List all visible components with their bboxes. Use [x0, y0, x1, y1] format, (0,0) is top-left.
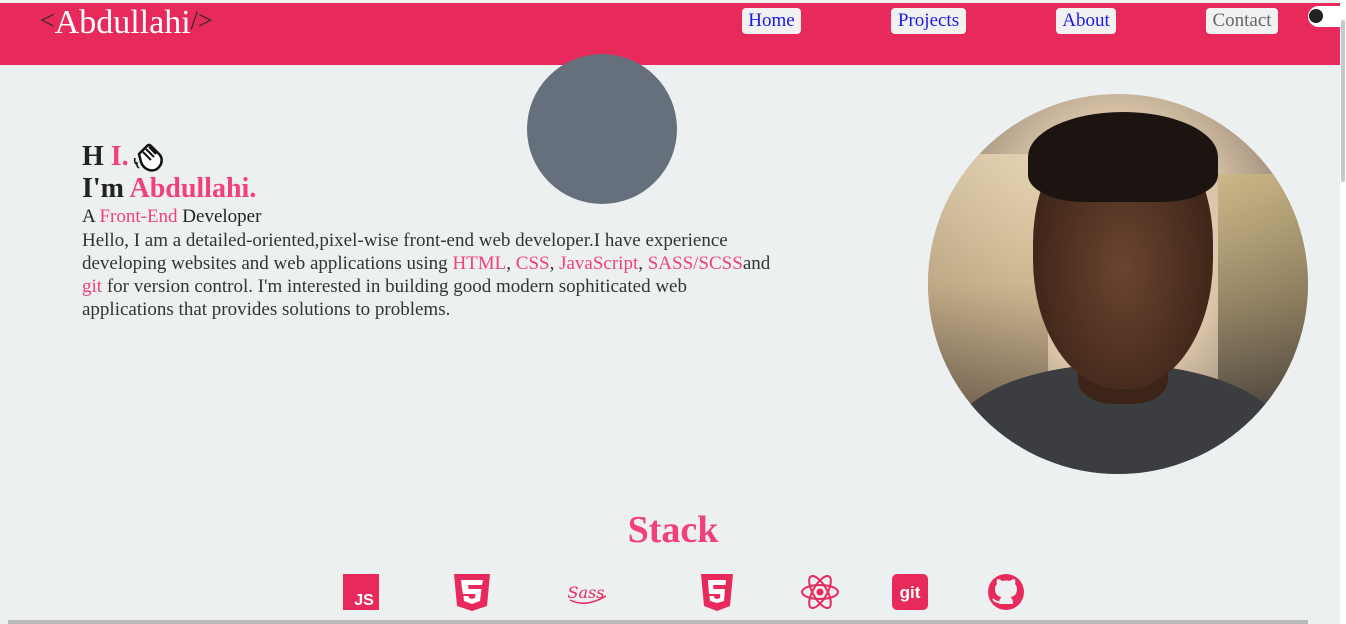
- waving-hand-icon: [133, 143, 163, 172]
- role-suffix: Developer: [182, 206, 262, 227]
- react-icon: [801, 575, 839, 609]
- hero-section: H I. I'm Abdullahi. A Front-End Develope…: [82, 140, 782, 321]
- role-line: A Front-End Developer: [82, 205, 782, 229]
- nav-home-link[interactable]: Home: [742, 8, 801, 34]
- skill-javascript: JavaScript: [559, 253, 639, 274]
- bio-paragraph: Hello, I am a detailed-oriented,pixel-wi…: [82, 229, 772, 321]
- js-label: JS: [354, 592, 374, 609]
- intro-name: I'm Abdullahi.: [82, 174, 782, 204]
- html5-icon: [701, 574, 733, 611]
- sass-icon: Sass: [568, 583, 607, 604]
- css3-icon: [454, 574, 490, 611]
- toggle-switch-icon: [1309, 9, 1323, 23]
- greeting-i: I.: [110, 141, 129, 172]
- bio-text-2: for version control. I'm interested in b…: [82, 276, 687, 320]
- nav-projects-link[interactable]: Projects: [891, 8, 966, 34]
- horizontal-scrollbar[interactable]: [8, 620, 1308, 624]
- skill-git: git: [82, 276, 103, 297]
- skill-css: CSS: [515, 253, 550, 274]
- logo[interactable]: <Abdullahi/>: [40, 3, 213, 41]
- im-text: I'm: [82, 173, 124, 204]
- git-icon: git: [892, 574, 928, 610]
- name-highlight: Abdullahi.: [129, 173, 257, 204]
- site-header: <Abdullahi/> Home Projects About Contact: [0, 3, 1340, 65]
- greeting-h: H: [82, 141, 104, 172]
- git-label: git: [900, 583, 921, 602]
- comma: ,: [506, 253, 512, 274]
- scrollbar-thumb[interactable]: [1341, 20, 1345, 182]
- profile-photo: [928, 94, 1308, 474]
- github-icon: [988, 574, 1024, 610]
- javascript-icon: JS: [343, 574, 379, 610]
- comma: ,: [549, 253, 555, 274]
- stack-heading: Stack: [627, 509, 719, 551]
- theme-toggle[interactable]: [1308, 6, 1344, 27]
- logo-name: Abdullahi: [54, 4, 191, 41]
- logo-open-bracket: <: [40, 6, 55, 35]
- skill-sass: SASS/SCSS: [647, 253, 743, 274]
- skill-html: HTML: [452, 253, 507, 274]
- and-text: and: [742, 253, 771, 274]
- role-prefix: A: [82, 206, 95, 227]
- nav-about-link[interactable]: About: [1056, 8, 1116, 34]
- logo-close-bracket: />: [190, 6, 213, 35]
- role-highlight: Front-End: [99, 206, 178, 227]
- comma: ,: [638, 253, 643, 274]
- greeting: H I.: [82, 140, 782, 174]
- nav-contact-link[interactable]: Contact: [1206, 8, 1278, 34]
